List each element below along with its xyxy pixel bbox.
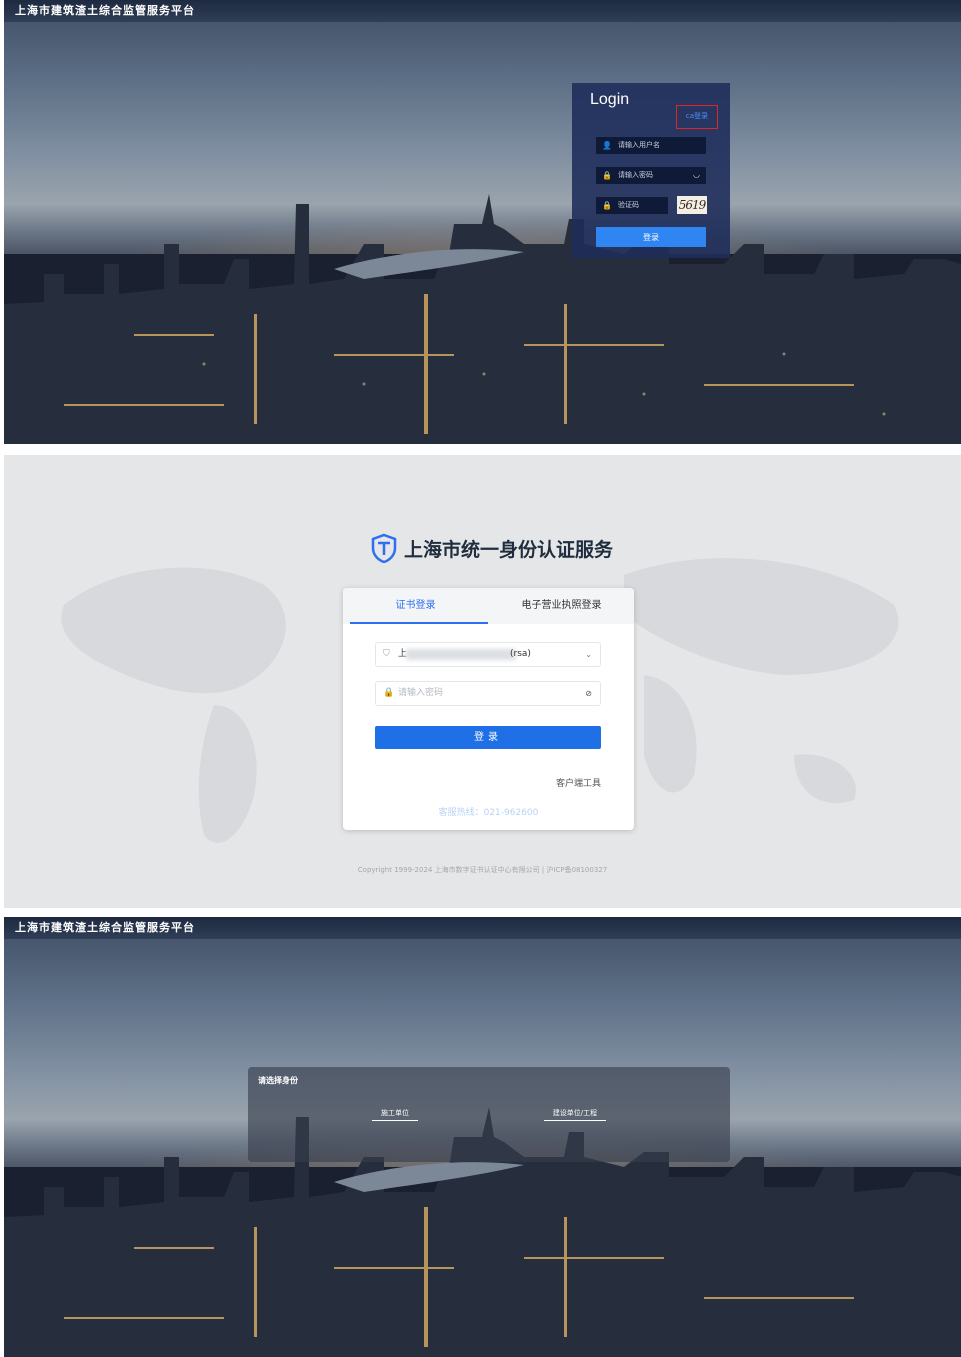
login-title: Login [590, 91, 630, 108]
captcha-input[interactable]: 🔒 验证码 [596, 197, 668, 214]
city-skyline-background [4, 0, 961, 444]
cert-login-button[interactable]: 登录 [375, 726, 601, 749]
redacted-certificate-name [406, 649, 516, 660]
certificate-select[interactable]: ⛉ 上 (rsa) ⌄ [375, 642, 601, 667]
lock-icon: 🔒 [602, 201, 612, 210]
role-prompt: 请选择身份 [258, 1076, 298, 1085]
ca-login-link[interactable]: ca登录 [676, 105, 718, 129]
password-input[interactable]: 🔒 请输入密码 ◡ [596, 167, 706, 184]
lock-icon: 🔒 [383, 688, 395, 698]
chevron-down-icon: ⌄ [585, 650, 592, 659]
tab-cert-login[interactable]: 证书登录 [343, 588, 488, 624]
role-select-dialog: 请选择身份 施工单位 建设单位/工程 [248, 1067, 730, 1162]
brand-title: 上海市统一身份认证服务 [404, 539, 614, 561]
login-card: Login ca登录 👤 请输入用户名 🔒 请输入密码 ◡ 🔒 验证码 5619… [572, 83, 730, 258]
cert-select-suffix: (rsa) [510, 649, 531, 659]
role-option-construction-unit[interactable]: 施工单位 [372, 1108, 418, 1121]
platform-title: 上海市建筑渣土综合监管服务平台 [4, 917, 961, 939]
screen-unified-auth: 上海市统一身份认证服务 证书登录 电子营业执照登录 ⛉ 上 (rsa) ⌄ 🔒 … [4, 455, 961, 908]
service-hotline: 客服热线：021-962600 [438, 808, 539, 818]
active-tab-indicator [350, 622, 488, 624]
password-placeholder: 请输入密码 [618, 171, 653, 179]
username-input[interactable]: 👤 请输入用户名 [596, 137, 706, 154]
shield-t-icon [371, 533, 397, 563]
screen-login-platform: 上海市建筑渣土综合监管服务平台 Login ca登录 👤 请输入用户名 🔒 请输… [4, 0, 961, 444]
eye-slash-icon[interactable]: ⊘ [585, 682, 592, 705]
eye-closed-icon[interactable]: ◡ [693, 166, 700, 183]
platform-title: 上海市建筑渣土综合监管服务平台 [4, 0, 961, 22]
login-tabs: 证书登录 电子营业执照登录 [343, 588, 634, 624]
captcha-image[interactable]: 5619 [677, 196, 707, 214]
captcha-placeholder: 验证码 [618, 201, 639, 209]
login-button[interactable]: 登录 [596, 227, 706, 247]
client-tool-link[interactable]: 客户端工具 [556, 776, 601, 789]
username-placeholder: 请输入用户名 [618, 141, 660, 149]
tab-business-license-login[interactable]: 电子营业执照登录 [489, 588, 634, 624]
role-option-developer[interactable]: 建设单位/工程 [544, 1108, 606, 1121]
cert-login-card: 证书登录 电子营业执照登录 ⛉ 上 (rsa) ⌄ 🔒 请输入密码 ⊘ 登录 客… [343, 588, 634, 830]
lock-icon: 🔒 [602, 171, 612, 180]
shield-icon: ⛉ [383, 649, 390, 659]
password-field[interactable]: 🔒 请输入密码 ⊘ [375, 681, 601, 706]
brand-header: 上海市统一身份认证服务 [370, 532, 613, 564]
screen-role-select: 上海市建筑渣土综合监管服务平台 请选择身份 施工单位 建设单位/工程 [4, 917, 961, 1357]
password-placeholder: 请输入密码 [398, 688, 444, 698]
copyright-footer: Copyright 1999-2024 上海市数字证书认证中心有限公司 | 沪I… [357, 866, 608, 874]
user-icon: 👤 [602, 141, 612, 150]
